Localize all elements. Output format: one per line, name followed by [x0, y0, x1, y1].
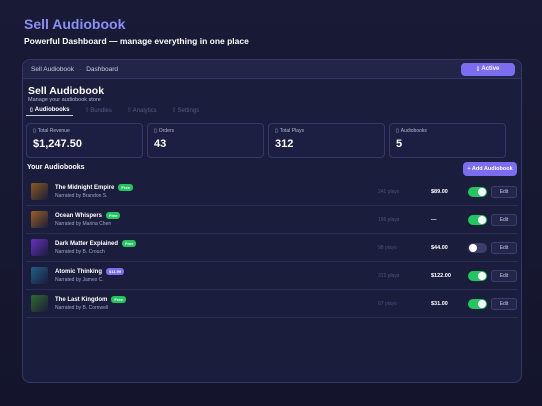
- tab-audiobooks[interactable]: ▯ Audiobooks: [26, 106, 74, 116]
- edit-button[interactable]: Edit: [491, 185, 517, 198]
- price-badge: $11.99: [106, 268, 125, 275]
- play-count: 241 plays: [378, 188, 400, 195]
- chart-icon: ▯: [127, 107, 131, 113]
- audiobook-list: The Midnight Empire Free Narrated by Bra…: [26, 178, 518, 318]
- toggle-knob: [478, 299, 486, 308]
- tab-bar: ▯ Audiobooks ▯ Bundles ▯ Analytics ▯ Set…: [26, 106, 211, 116]
- tab-settings[interactable]: ▯ Settings: [169, 106, 203, 116]
- bundle-icon: ▯: [85, 107, 89, 113]
- add-audiobook-button[interactable]: + Add Audiobook: [463, 162, 517, 176]
- price-badge: Free: [118, 184, 133, 191]
- narrator: Narrated by Marina Chen: [55, 221, 112, 227]
- revenue-icon: ▯: [33, 127, 36, 134]
- price: $44.00: [431, 244, 448, 251]
- book-cover: [31, 239, 48, 256]
- publish-toggle[interactable]: [468, 214, 487, 225]
- publish-toggle[interactable]: [468, 186, 487, 197]
- breadcrumb-page: Dashboard: [86, 65, 118, 73]
- toggle-knob: [478, 215, 486, 224]
- book-cover: [31, 267, 48, 284]
- section-title: Your Audiobooks: [27, 164, 85, 171]
- stat-card-revenue: ▯ Total Revenue $1,247.50: [26, 123, 143, 158]
- publish-toggle[interactable]: [468, 298, 487, 309]
- tab-analytics[interactable]: ▯ Analytics: [124, 106, 161, 116]
- status-dot-icon: ▯: [476, 65, 480, 72]
- publish-toggle[interactable]: [468, 270, 487, 281]
- price-badge: Free: [106, 212, 121, 219]
- hero-title: Sell Audiobook: [24, 16, 126, 32]
- book-title[interactable]: The Midnight Empire: [55, 185, 114, 191]
- narrator: Narrated by B. Crouch: [55, 249, 105, 255]
- play-count: 98 plays: [378, 244, 397, 251]
- list-item: Dark Matter Explained Free Narrated by B…: [26, 234, 518, 262]
- orders-icon: ▯: [154, 127, 157, 134]
- page-subtitle: Manage your audiobook store: [28, 97, 101, 103]
- price-badge: Free: [111, 296, 126, 303]
- book-title[interactable]: Dark Matter Explained: [55, 241, 118, 247]
- stats-cards: ▯ Total Revenue $1,247.50 ▯ Orders 43 ▯ Tot…: [26, 123, 506, 158]
- list-item: Ocean Whispers Free Narrated by Marina C…: [26, 206, 518, 234]
- active-status-button[interactable]: ▯ Active: [461, 62, 515, 76]
- list-item: Atomic Thinking $11.99 Narrated by James…: [26, 262, 518, 290]
- edit-button[interactable]: Edit: [491, 213, 517, 226]
- breadcrumb-separator: ·: [79, 65, 82, 73]
- play-count: 156 plays: [378, 216, 400, 223]
- stat-value-orders: 43: [154, 138, 167, 150]
- book-cover: [31, 183, 48, 200]
- edit-button[interactable]: Edit: [491, 241, 517, 254]
- audiobooks-icon: ▯: [396, 127, 399, 134]
- stat-value-audiobooks: 5: [396, 138, 403, 150]
- list-item: The Midnight Empire Free Narrated by Bra…: [26, 178, 518, 206]
- book-cover: [31, 295, 48, 312]
- narrator: Narrated by James C.: [55, 277, 104, 283]
- edit-button[interactable]: Edit: [491, 269, 517, 282]
- breadcrumb-app[interactable]: Sell Audiobook: [31, 66, 74, 73]
- stat-card-audiobooks: ▯ Audiobooks 5: [389, 123, 506, 158]
- price: $122.00: [431, 272, 451, 279]
- book-title[interactable]: Atomic Thinking: [55, 269, 102, 275]
- stat-card-orders: ▯ Orders 43: [147, 123, 264, 158]
- toggle-knob: [478, 187, 486, 196]
- narrator: Narrated by B. Cornwell: [55, 305, 109, 311]
- play-count: 312 plays: [378, 272, 400, 279]
- book-title[interactable]: The Last Kingdom: [55, 297, 107, 303]
- book-title[interactable]: Ocean Whispers: [55, 213, 102, 219]
- active-status-label: Active: [481, 66, 500, 72]
- publish-toggle[interactable]: [468, 242, 487, 253]
- price: $31.00: [431, 300, 448, 307]
- price: —: [431, 216, 437, 223]
- page-title: Sell Audiobook: [28, 85, 105, 97]
- book-cover: [31, 211, 48, 228]
- dashboard-window: Sell Audiobook · Dashboard ▯ Active Sell…: [22, 59, 522, 383]
- stat-card-plays: ▯ Total Plays 312: [268, 123, 385, 158]
- stat-value-plays: 312: [275, 138, 294, 150]
- price: $89.00: [431, 188, 448, 195]
- price-badge: Free: [122, 240, 137, 247]
- hero-subtitle: Powerful Dashboard — manage everything i…: [24, 36, 249, 46]
- plays-icon: ▯: [275, 127, 278, 134]
- top-bar: Sell Audiobook · Dashboard ▯ Active: [23, 60, 521, 79]
- play-count: 67 plays: [378, 300, 397, 307]
- toggle-knob: [469, 243, 477, 252]
- narrator: Narrated by Brandon S.: [55, 193, 108, 199]
- toggle-knob: [478, 271, 486, 280]
- gear-icon: ▯: [172, 107, 176, 113]
- stat-value-revenue: $1,247.50: [33, 138, 82, 150]
- book-icon: ▯: [30, 106, 33, 113]
- edit-button[interactable]: Edit: [491, 297, 517, 310]
- tab-bundles[interactable]: ▯ Bundles: [81, 106, 115, 116]
- list-item: The Last Kingdom Free Narrated by B. Cor…: [26, 290, 518, 318]
